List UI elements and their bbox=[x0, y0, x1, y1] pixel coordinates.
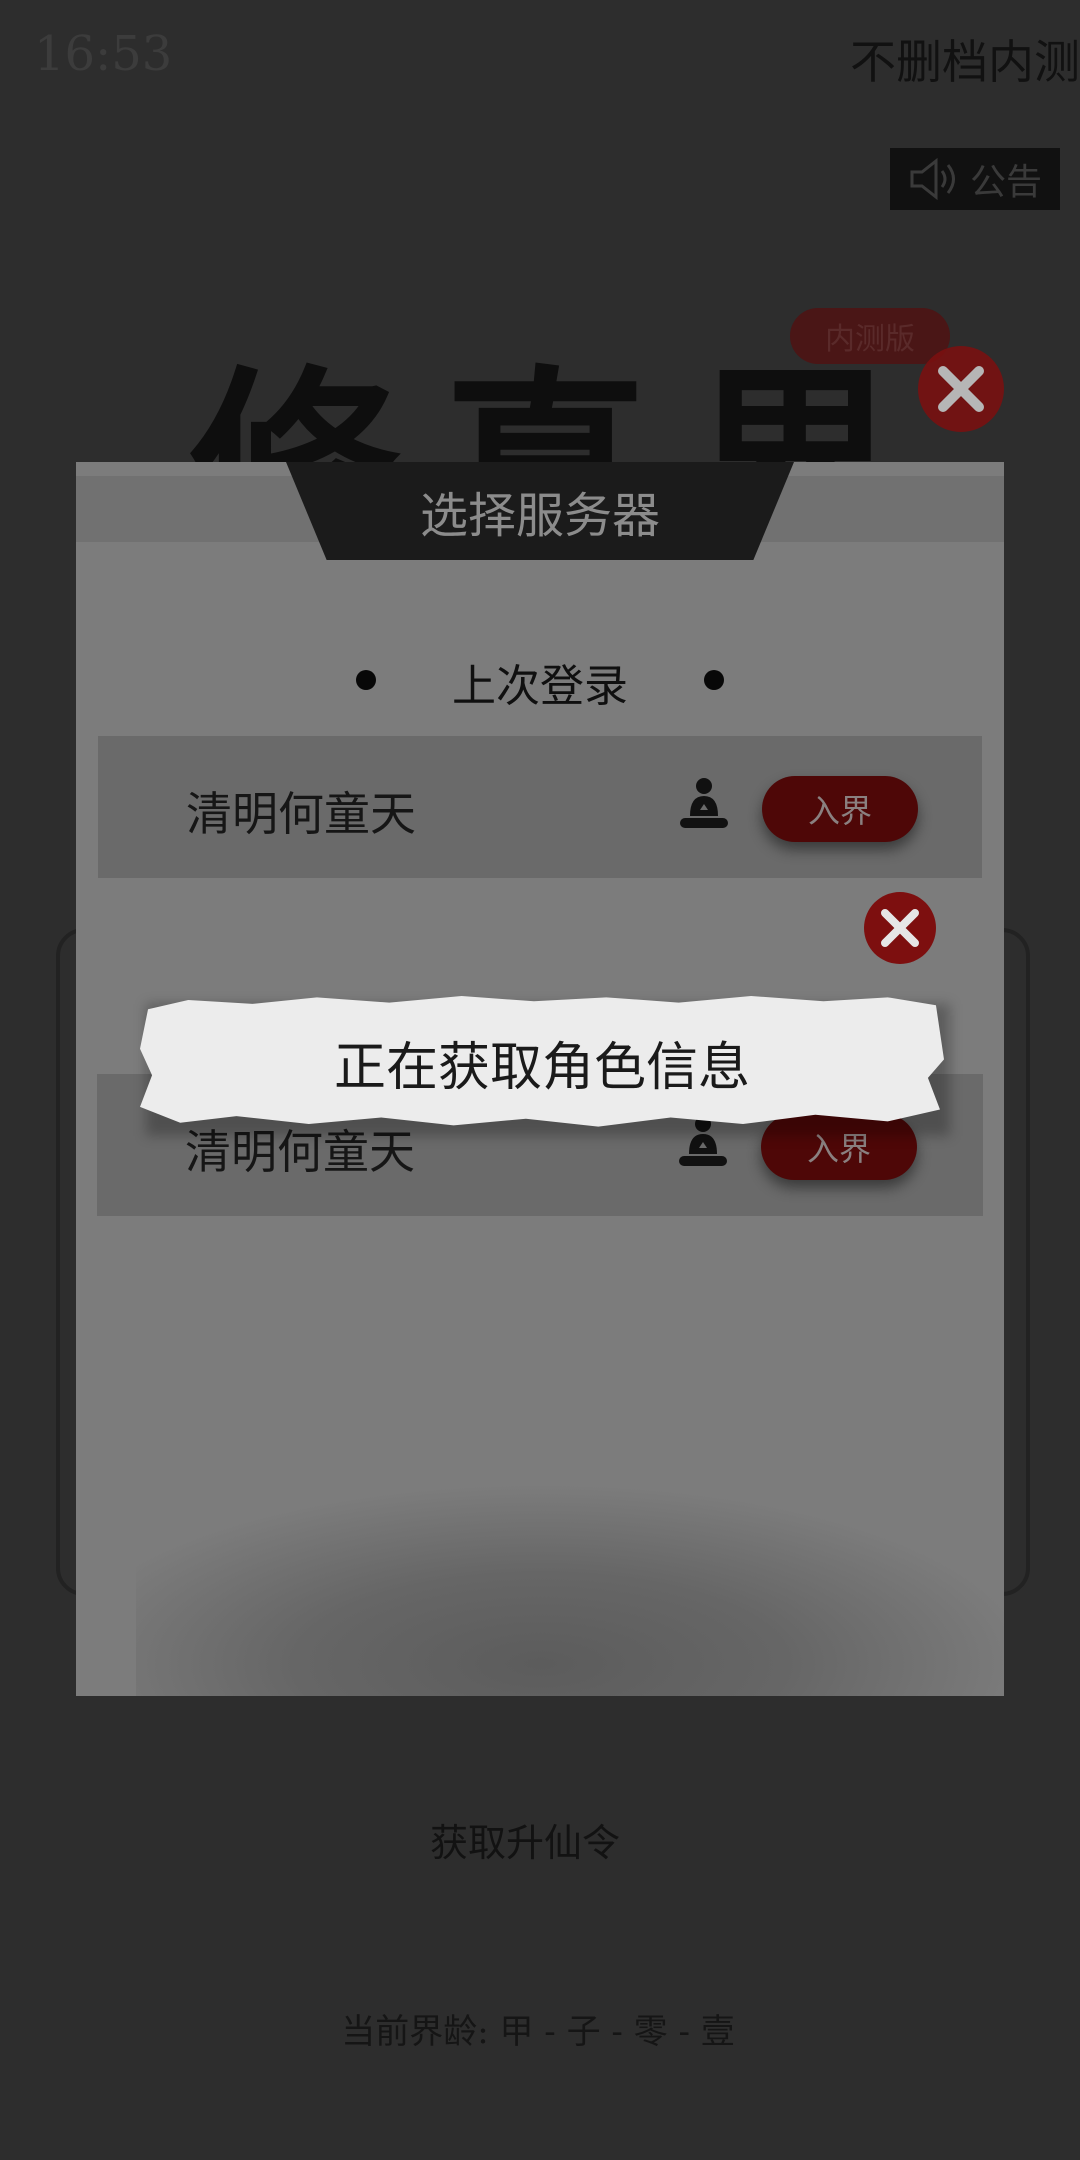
loading-toast: 正在获取角色信息 bbox=[140, 996, 944, 1127]
dialog-title: 选择服务器 bbox=[419, 488, 660, 544]
enter-server-button[interactable]: 入界 bbox=[762, 776, 918, 842]
mountain-decoration bbox=[136, 1482, 1004, 1696]
notice-label: 公告 bbox=[969, 162, 1042, 203]
notice-button[interactable]: 公告 bbox=[890, 148, 1060, 210]
beta-badge: 内测版 bbox=[790, 308, 950, 364]
last-login-server-row[interactable]: 清明何童天 入界 bbox=[98, 736, 982, 878]
server-name: 清明何童天 bbox=[186, 787, 416, 841]
current-age-text: 当前界龄: 甲 - 子 - 零 - 壹 bbox=[341, 2012, 735, 2052]
toast-message: 正在获取角色信息 bbox=[333, 1037, 750, 1098]
meditating-figure-icon bbox=[676, 776, 732, 838]
event-title: 不删档内测 bbox=[850, 35, 1080, 89]
get-upgrade-token-link[interactable]: 获取升仙令 bbox=[0, 1812, 1050, 1867]
bullet-dot bbox=[704, 670, 724, 690]
close-icon[interactable] bbox=[864, 892, 936, 964]
speaker-icon bbox=[908, 157, 958, 201]
last-login-label: 上次登录 bbox=[452, 661, 628, 712]
status-time: 16:53 bbox=[34, 26, 173, 82]
close-icon[interactable] bbox=[918, 346, 1004, 432]
dialog-title-tab: 选择服务器 bbox=[286, 462, 794, 560]
